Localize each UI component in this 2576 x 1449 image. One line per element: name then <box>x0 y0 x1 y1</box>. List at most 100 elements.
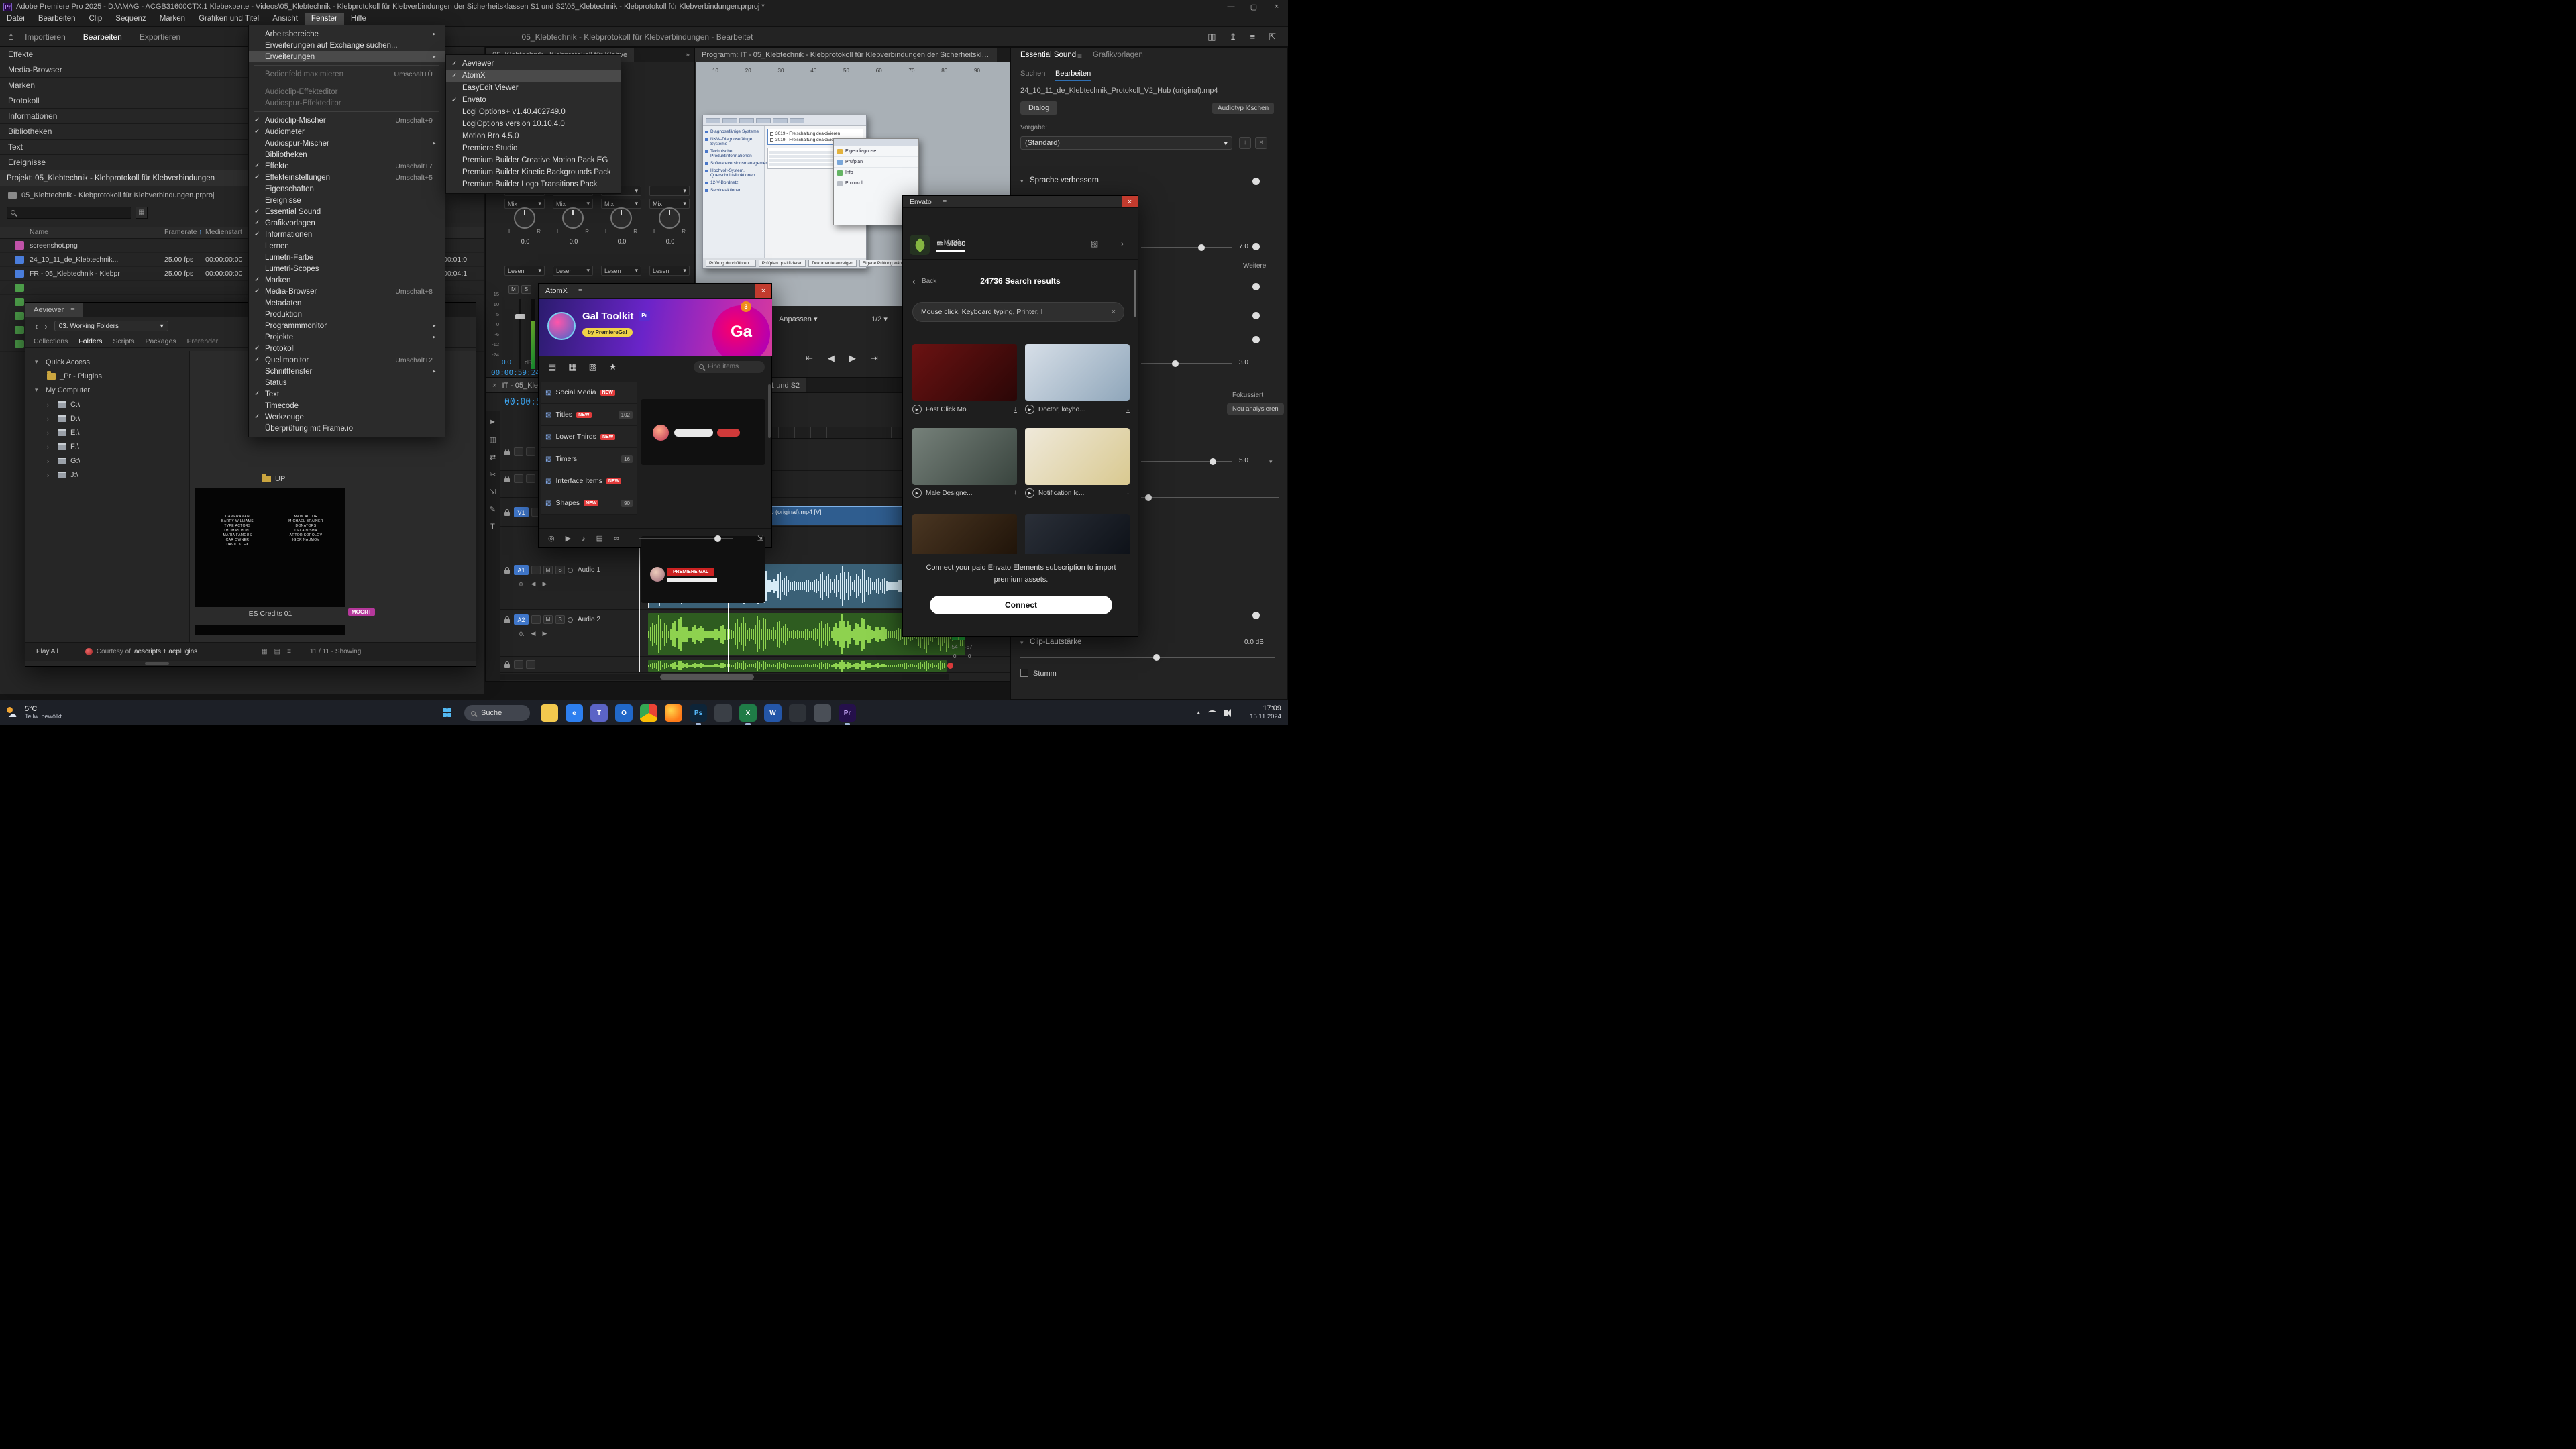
column-medienstart[interactable]: Medienstart <box>205 228 242 236</box>
share-icon[interactable]: ↥ <box>1230 32 1237 42</box>
submenu-item[interactable]: ✓ LogiOptions version 10.10.4.0 <box>446 118 621 130</box>
menu-item[interactable]: ✓ Ereignisse ▸ <box>249 195 445 206</box>
section-sprache-verbessern[interactable]: Sprache verbessern <box>1030 176 1099 184</box>
grid-view-icon[interactable]: ▦ <box>261 648 267 655</box>
submenu-item[interactable]: ✓ Premium Builder Creative Motion Pack E… <box>446 154 621 166</box>
category-item[interactable]: ▧ Titles NEW 102 <box>541 404 637 426</box>
menu-item[interactable]: ✓ Lumetri-Farbe ▸ <box>249 252 445 263</box>
workspace-mode-tab[interactable]: Bearbeiten <box>83 32 122 42</box>
tree-my-computer[interactable]: ▾My Computer <box>25 383 189 397</box>
panel-menu-icon[interactable]: ≡ <box>578 287 582 295</box>
track-target-a1[interactable]: A1 <box>514 565 529 575</box>
tool-icon[interactable]: ⇄ <box>490 448 496 466</box>
menu-item[interactable]: ✓ Essential Sound ▸ <box>249 206 445 217</box>
weather-widget[interactable]: ☁ 5°C Teilw. bewölkt <box>7 705 62 720</box>
track-solo-button[interactable]: S <box>555 566 565 574</box>
aeviewer-tab[interactable]: Aeviewer ≡ <box>25 303 83 317</box>
close-icon[interactable]: × <box>1122 196 1138 207</box>
menu-item[interactable]: ✓ Überprüfung mit Frame.io ▸ <box>249 423 445 434</box>
speaker-icon[interactable] <box>1224 710 1228 716</box>
pan-value[interactable]: 0.0 <box>648 238 692 245</box>
go-to-in-icon[interactable]: ⇤ <box>806 353 813 364</box>
menu-item[interactable]: ✓ Arbeitsbereiche ▸ <box>249 28 445 40</box>
scrollbar-thumb[interactable] <box>660 674 754 680</box>
preset-select[interactable]: (Standard)▾ <box>1020 136 1232 150</box>
column-framerate[interactable]: Framerate <box>164 228 197 236</box>
wifi-icon[interactable] <box>1208 710 1216 715</box>
category-item[interactable]: ▧ Timers 16 <box>541 448 637 470</box>
automation-mode-select[interactable]: Lesen▾ <box>553 266 593 276</box>
subtab-suchen[interactable]: Suchen <box>1020 70 1045 78</box>
taskbar-app-icon[interactable] <box>789 704 806 722</box>
automation-mode-select[interactable]: Lesen▾ <box>649 266 690 276</box>
menu-item[interactable]: ✓ Produktion ▸ <box>249 309 445 320</box>
submenu-item[interactable]: ✓ Motion Bro 4.5.0 <box>446 130 621 142</box>
clip-indicator-light[interactable] <box>947 663 953 669</box>
clip-volume-value[interactable]: 0.0 dB <box>1244 639 1264 646</box>
tool-icon[interactable]: ✂ <box>490 466 496 483</box>
panel-stack-icon[interactable]: ≡ <box>1250 32 1256 42</box>
video-thumbnail-partial[interactable] <box>912 514 1017 554</box>
envato-tab[interactable]: ♪ Music <box>936 239 963 247</box>
label-color-chip[interactable] <box>15 312 24 320</box>
lock-icon[interactable] <box>504 570 510 574</box>
submenu-item[interactable]: ✓ Envato <box>446 94 621 106</box>
label-color-chip[interactable] <box>15 241 24 250</box>
minimize-button[interactable]: — <box>1220 3 1242 11</box>
taskbar-search[interactable]: Suche <box>464 705 530 721</box>
menu-item[interactable]: ✓ Quellmonitor Umschalt+2 ▸ <box>249 354 445 366</box>
zoom-slider-handle[interactable] <box>714 535 721 542</box>
menu-item[interactable]: ✓ Erweiterungen auf Exchange suchen... ▸ <box>249 40 445 51</box>
category-item[interactable]: ▧ Lower Thirds NEW <box>541 426 637 448</box>
menu-item[interactable]: ✓ Timecode ▸ <box>249 400 445 411</box>
pan-knob[interactable] <box>562 207 584 229</box>
drive-item[interactable]: ›E:\ <box>25 425 189 439</box>
overflow-icon[interactable]: » <box>686 51 690 59</box>
taskbar-app-icon[interactable]: Ps <box>690 704 707 722</box>
tool-icon[interactable]: ▥ <box>489 431 496 448</box>
menu-item[interactable]: ✓ Grafikvorlagen ▸ <box>249 217 445 229</box>
submenu-item[interactable]: ✓ EasyEdit Viewer <box>446 82 621 94</box>
mixer-timecode[interactable]: 00:00:59:24 <box>491 368 540 377</box>
hidden-icons-chevron[interactable]: ▴ <box>1197 709 1200 716</box>
menu-item[interactable]: ✓ Text ▸ <box>249 388 445 400</box>
drive-item[interactable]: ›F:\ <box>25 439 189 453</box>
connect-button[interactable]: Connect <box>930 596 1112 614</box>
stock-video-card[interactable]: ▶ Fast Click Mo... ↓ <box>912 344 1017 417</box>
go-to-out-icon[interactable]: ⇥ <box>871 353 878 364</box>
volume-slider-line[interactable] <box>1020 657 1275 658</box>
taskbar-app-icon[interactable] <box>714 704 732 722</box>
menu-item[interactable]: ✓ Effekteinstellungen Umschalt+5 ▸ <box>249 172 445 183</box>
close-button[interactable]: × <box>1265 3 1288 11</box>
track-volume[interactable]: 0. <box>519 581 525 588</box>
submenu-item[interactable]: ✓ Premium Builder Logo Transitions Pack <box>446 178 621 191</box>
fullscreen-icon[interactable]: ⇱ <box>1269 32 1276 42</box>
drive-item[interactable]: ›G:\ <box>25 453 189 468</box>
track-volume[interactable]: 0. <box>519 631 525 637</box>
menu-item[interactable]: ✓ Audioclip-Effekteditor ▸ <box>249 86 445 97</box>
menu-item[interactable]: ✓ Audiometer ▸ <box>249 126 445 138</box>
taskbar-app-icon[interactable]: Pr <box>839 704 856 722</box>
detail-view-icon[interactable]: ≡ <box>287 648 291 655</box>
submenu-item[interactable]: ✓ Logi Options+ v1.40.402749.0 <box>446 106 621 118</box>
download-icon[interactable]: ↓ <box>1014 490 1017 496</box>
mogrt-preview[interactable]: CAMERAMANBARRY WILLIAMSTYPE ACTORSTHOMAS… <box>195 488 345 607</box>
workspace-mode-tab[interactable]: Exportieren <box>140 32 180 42</box>
menu-item[interactable]: ✓ Bibliotheken ▸ <box>249 149 445 160</box>
menu-item[interactable]: ✓ Lumetri-Scopes ▸ <box>249 263 445 274</box>
expand-icon[interactable]: ⇲ <box>757 534 763 543</box>
menu-item[interactable]: ✓ Erweiterungen ▸ <box>249 51 445 62</box>
menu-item[interactable]: ✓ Audioclip-Mischer Umschalt+9 ▸ <box>249 115 445 126</box>
mixer-volume-value[interactable]: 0.0 <box>502 359 511 366</box>
section-chevron-icon[interactable]: ▾ <box>1020 639 1024 647</box>
slider-line[interactable] <box>1141 461 1232 462</box>
playback-resolution-select[interactable]: 1/2 ▾ <box>871 315 888 323</box>
slider-line[interactable] <box>1141 497 1279 498</box>
target-icon[interactable]: ◎ <box>548 534 555 543</box>
taskbar-app-icon[interactable] <box>814 704 831 722</box>
clock-widget[interactable]: 17:09 15.11.2024 <box>1250 704 1281 721</box>
panel-menu-icon[interactable]: ≡ <box>943 198 947 206</box>
aeviewer-scrollbar[interactable] <box>145 662 169 665</box>
download-icon[interactable]: ↓ <box>1126 406 1130 413</box>
menu-item[interactable]: ✓ Metadaten ▸ <box>249 297 445 309</box>
